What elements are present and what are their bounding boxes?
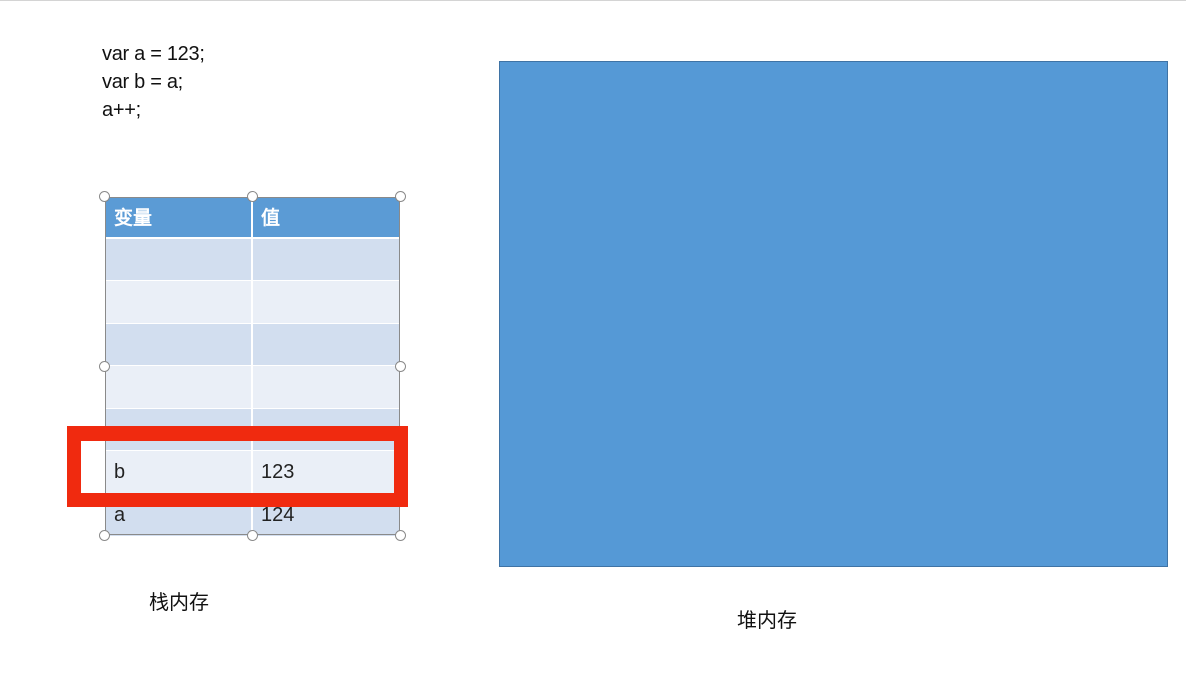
heap-memory-rectangle[interactable] [499,61,1168,567]
code-line-3: a++; [102,99,141,121]
resize-handle-top-right[interactable] [395,191,406,202]
resize-handle-left[interactable] [99,361,110,372]
stack-memory-caption: 栈内存 [149,590,209,614]
highlight-rectangle [67,426,408,507]
top-border-line [0,0,1186,1]
heap-memory-caption: 堆内存 [737,608,797,632]
resize-handle-bottom-left[interactable] [99,530,110,541]
table-cell-variable [105,366,252,408]
code-line-1: var a = 123; [102,43,205,65]
table-cell-value [252,281,399,323]
code-line-2: var b = a; [102,71,183,93]
table-cell-variable [105,239,252,280]
table-cell-variable [105,324,252,365]
resize-handle-top[interactable] [247,191,258,202]
table-cell-value [252,324,399,365]
resize-handle-bottom-right[interactable] [395,530,406,541]
resize-handle-right[interactable] [395,361,406,372]
header-value: 值 [261,208,281,229]
header-variable: 变量 [105,197,252,237]
slide-canvas: var a = 123; var b = a; a++; 变量 值 b 123 … [0,0,1186,687]
resize-handle-top-left[interactable] [99,191,110,202]
table-cell-value [252,239,399,280]
table-cell-value [252,366,399,408]
code-snippet: var a = 123; var b = a; a++; [102,40,205,124]
resize-handle-bottom[interactable] [247,530,258,541]
table-cell-variable [105,281,252,323]
